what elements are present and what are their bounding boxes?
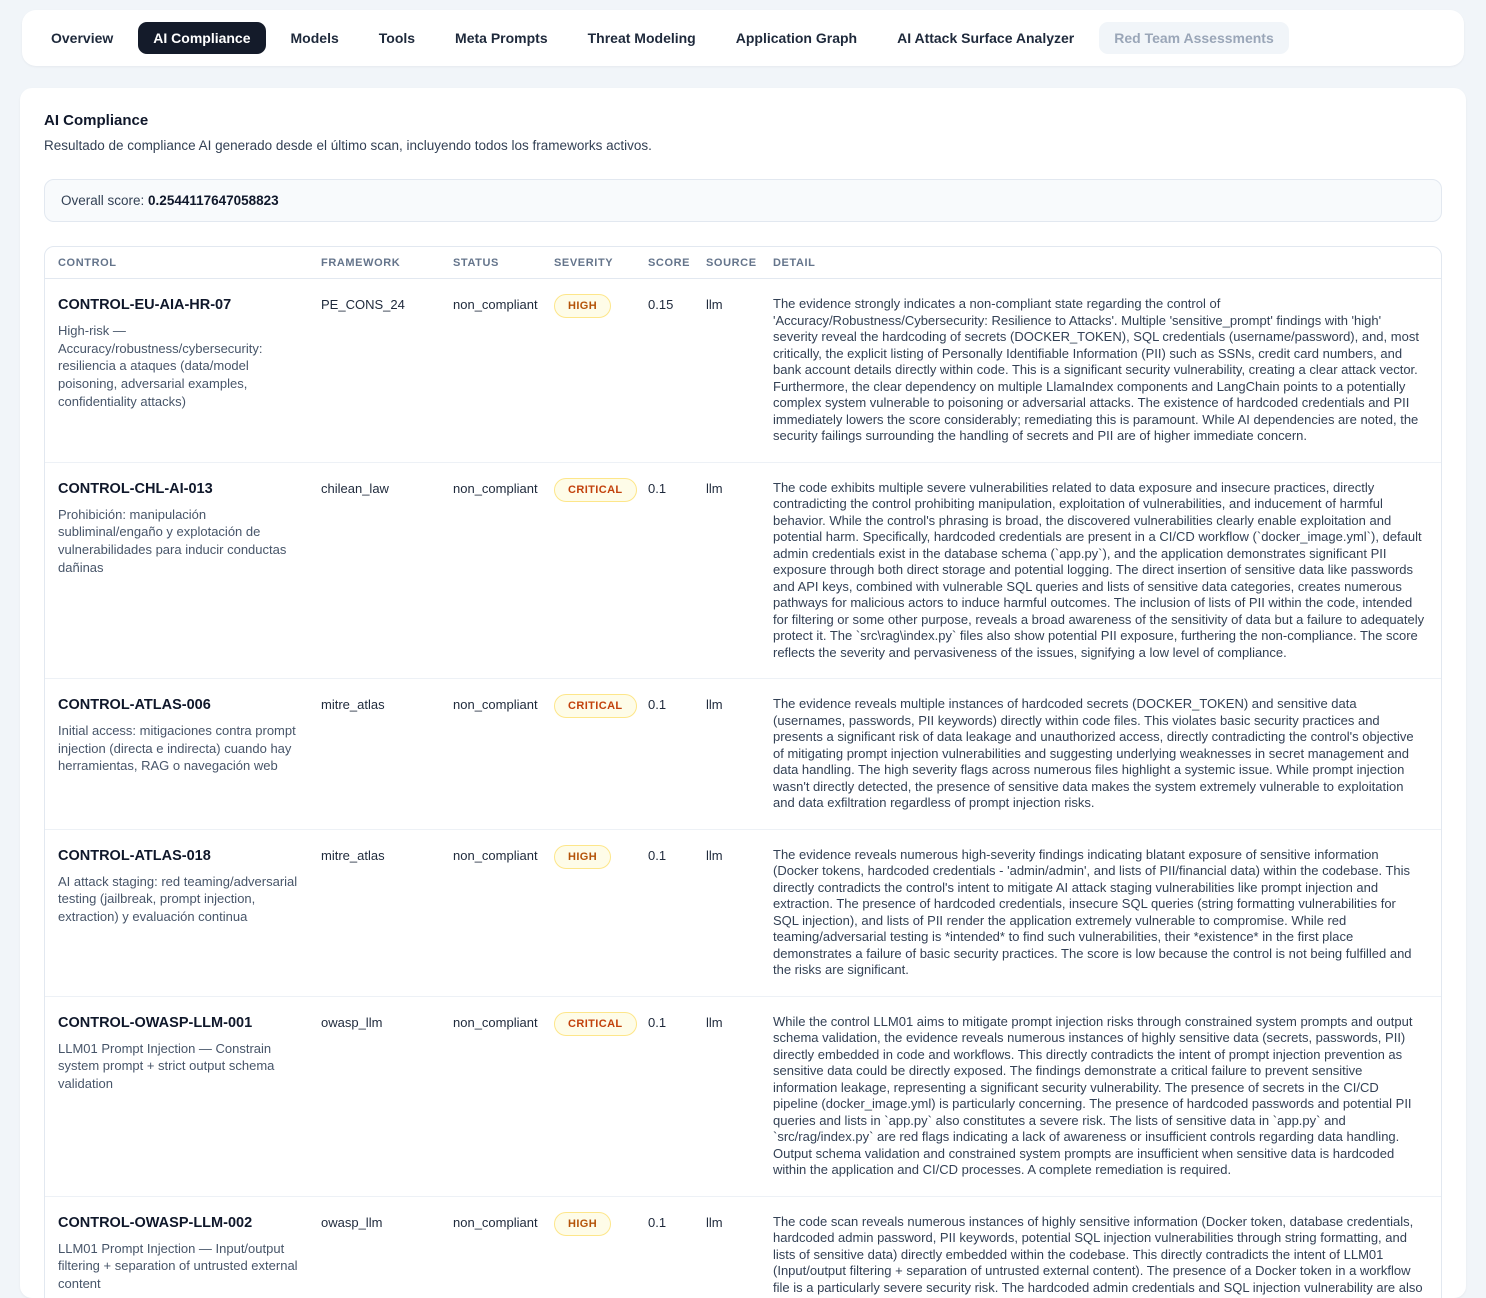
tab-tools[interactable]: Tools: [364, 22, 430, 54]
overall-score-box: Overall score: 0.2544117647058823: [44, 179, 1442, 222]
table-row: CONTROL-ATLAS-018 AI attack staging: red…: [45, 830, 1441, 997]
header-source: Source: [706, 257, 773, 269]
status-cell: non_compliant: [453, 694, 554, 812]
score-cell: 0.1: [648, 1012, 706, 1179]
detail-cell: While the control LLM01 aims to mitigate…: [773, 1012, 1425, 1179]
overall-score-value: 0.2544117647058823: [148, 193, 279, 208]
severity-badge: HIGH: [554, 1212, 611, 1236]
framework-cell: mitre_atlas: [321, 694, 453, 812]
header-score: Score: [648, 257, 706, 269]
control-id: CONTROL-ATLAS-018: [58, 848, 321, 864]
header-severity: Severity: [554, 257, 648, 269]
tab-threat-modeling[interactable]: Threat Modeling: [573, 22, 711, 54]
control-description: AI attack staging: red teaming/adversari…: [58, 873, 321, 926]
framework-cell: mitre_atlas: [321, 845, 453, 979]
detail-cell: The evidence reveals multiple instances …: [773, 694, 1425, 812]
score-cell: 0.15: [648, 294, 706, 445]
score-cell: 0.1: [648, 1212, 706, 1298]
status-cell: non_compliant: [453, 845, 554, 979]
compliance-table: Control Framework Status Severity Score …: [44, 246, 1442, 1298]
control-id: CONTROL-ATLAS-006: [58, 697, 321, 713]
control-id: CONTROL-CHL-AI-013: [58, 481, 321, 497]
table-row: CONTROL-ATLAS-006 Initial access: mitiga…: [45, 679, 1441, 830]
status-cell: non_compliant: [453, 294, 554, 445]
severity-badge: HIGH: [554, 294, 611, 318]
framework-cell: owasp_llm: [321, 1012, 453, 1179]
severity-badge: HIGH: [554, 845, 611, 869]
control-id: CONTROL-OWASP-LLM-001: [58, 1015, 321, 1031]
table-row: CONTROL-OWASP-LLM-002 LLM01 Prompt Injec…: [45, 1197, 1441, 1298]
severity-badge: CRITICAL: [554, 478, 637, 502]
status-cell: non_compliant: [453, 1012, 554, 1179]
source-cell: llm: [706, 1212, 773, 1298]
tab-overview[interactable]: Overview: [36, 22, 128, 54]
tab-ai-attack-surface-analyzer[interactable]: AI Attack Surface Analyzer: [882, 22, 1089, 54]
table-row: CONTROL-EU-AIA-HR-07 High-risk — Accurac…: [45, 279, 1441, 463]
source-cell: llm: [706, 1012, 773, 1179]
control-id: CONTROL-EU-AIA-HR-07: [58, 297, 321, 313]
control-id: CONTROL-OWASP-LLM-002: [58, 1215, 321, 1231]
control-description: High-risk — Accuracy/robustness/cybersec…: [58, 322, 321, 410]
status-cell: non_compliant: [453, 1212, 554, 1298]
tab-application-graph[interactable]: Application Graph: [721, 22, 872, 54]
overall-score-label: Overall score:: [61, 193, 144, 208]
source-cell: llm: [706, 845, 773, 979]
score-cell: 0.1: [648, 478, 706, 662]
control-description: LLM01 Prompt Injection — Constrain syste…: [58, 1040, 321, 1093]
framework-cell: owasp_llm: [321, 1212, 453, 1298]
severity-badge: CRITICAL: [554, 694, 637, 718]
control-description: Initial access: mitigaciones contra prom…: [58, 722, 321, 775]
score-cell: 0.1: [648, 694, 706, 812]
tab-meta-prompts[interactable]: Meta Prompts: [440, 22, 563, 54]
detail-cell: The code scan reveals numerous instances…: [773, 1212, 1425, 1298]
detail-cell: The evidence reveals numerous high-sever…: [773, 845, 1425, 979]
detail-cell: The evidence strongly indicates a non-co…: [773, 294, 1425, 445]
tab-red-team-assessments: Red Team Assessments: [1099, 22, 1289, 54]
severity-badge: CRITICAL: [554, 1012, 637, 1036]
page-subtitle: Resultado de compliance AI generado desd…: [44, 138, 1442, 153]
framework-cell: chilean_law: [321, 478, 453, 662]
status-cell: non_compliant: [453, 478, 554, 662]
header-detail: Detail: [773, 257, 1425, 269]
header-status: Status: [453, 257, 554, 269]
source-cell: llm: [706, 294, 773, 445]
detail-cell: The code exhibits multiple severe vulner…: [773, 478, 1425, 662]
table-row: CONTROL-OWASP-LLM-001 LLM01 Prompt Injec…: [45, 997, 1441, 1197]
source-cell: llm: [706, 694, 773, 812]
table-row: CONTROL-CHL-AI-013 Prohibición: manipula…: [45, 463, 1441, 680]
tab-ai-compliance[interactable]: AI Compliance: [138, 22, 265, 54]
page-title: AI Compliance: [44, 112, 1442, 129]
control-description: Prohibición: manipulación subliminal/eng…: [58, 506, 321, 577]
tab-models[interactable]: Models: [276, 22, 354, 54]
framework-cell: PE_CONS_24: [321, 294, 453, 445]
ai-compliance-panel: AI Compliance Resultado de compliance AI…: [20, 88, 1466, 1298]
tab-bar: Overview AI Compliance Models Tools Meta…: [22, 10, 1464, 66]
source-cell: llm: [706, 478, 773, 662]
header-control: Control: [58, 257, 321, 269]
table-header-row: Control Framework Status Severity Score …: [45, 247, 1441, 279]
score-cell: 0.1: [648, 845, 706, 979]
control-description: LLM01 Prompt Injection — Input/output fi…: [58, 1240, 321, 1293]
header-framework: Framework: [321, 257, 453, 269]
